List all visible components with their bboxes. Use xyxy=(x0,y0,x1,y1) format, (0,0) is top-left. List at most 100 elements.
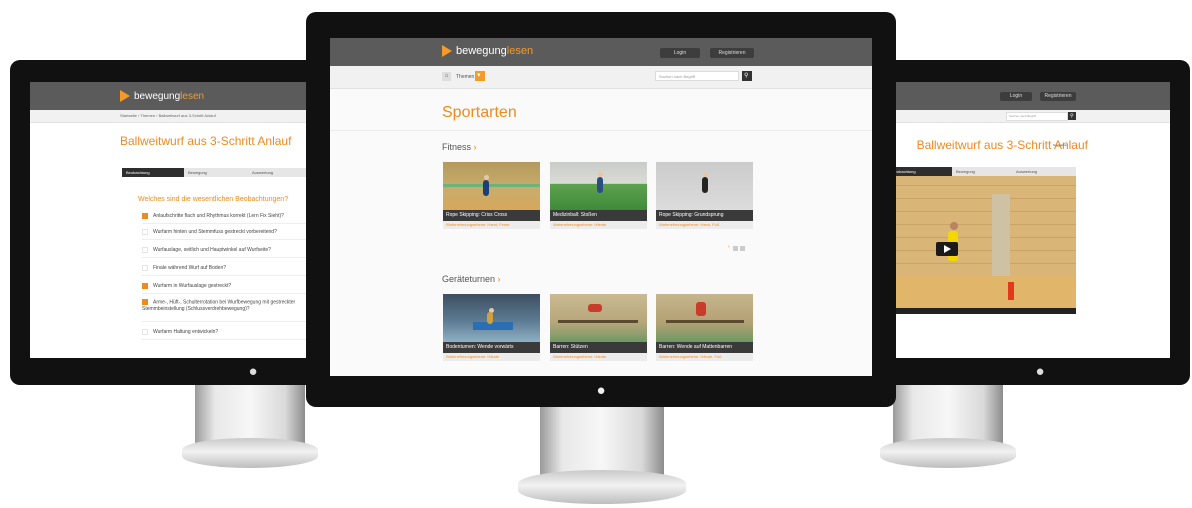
athlete-image xyxy=(487,312,493,324)
video-caption: Barren: Wende auf Mattenbarren xyxy=(656,342,753,353)
section-title-geraeteturnen[interactable]: Geräteturnen › xyxy=(442,274,501,284)
bar-image xyxy=(558,320,638,323)
checkbox-checked[interactable] xyxy=(142,212,148,219)
mat-image xyxy=(473,322,513,330)
search-input[interactable]: Suchen nach Begriff xyxy=(655,71,739,81)
right-header: Login Registrieren xyxy=(888,82,1170,110)
chevron-down-icon: ▾ xyxy=(477,72,481,79)
right-stand-neck xyxy=(893,385,1003,445)
video-caption: Rope Skipping: Criss Cross xyxy=(443,210,540,221)
left-stand-neck xyxy=(195,385,305,445)
video-meta: Wahrnehmungsebene: Hände xyxy=(550,221,647,229)
video-meta: Wahrnehmungsebene: Hände, Fuß xyxy=(656,353,753,361)
video-tile[interactable]: Rope Skipping: Criss Cross Wahrnehmungse… xyxy=(443,162,540,229)
breadcrumb[interactable]: Startseite › Themen › Ballweitwurf aus 3… xyxy=(120,113,216,118)
register-button[interactable]: Registrieren xyxy=(1040,92,1076,101)
checkbox-unchecked[interactable] xyxy=(142,328,148,335)
apple-logo-icon: ● xyxy=(1035,363,1045,380)
video-tile[interactable]: Barren: Stützen Wahrnehmungsebene: Hände xyxy=(550,294,647,361)
search-icon: ⚲ xyxy=(744,73,749,79)
tab-bewegung[interactable]: Bewegung xyxy=(184,168,248,177)
center-stand-base xyxy=(518,470,686,504)
right-tabs: Beobachtung Bewegung Auswertung xyxy=(888,167,1076,176)
play-button[interactable] xyxy=(936,242,958,256)
tab-bewegung[interactable]: Bewegung xyxy=(952,167,1012,176)
home-icon[interactable]: ⌂ xyxy=(442,72,451,81)
register-button[interactable]: Registrieren xyxy=(710,48,754,58)
door-image xyxy=(992,194,1010,276)
athlete-head-image xyxy=(950,222,958,230)
video-tile[interactable]: Rope Skipping: Grundsprung Wahrnehmungse… xyxy=(656,162,753,229)
athlete-image xyxy=(696,302,706,316)
page-dot[interactable] xyxy=(739,246,745,251)
list-item[interactable]: Wurfarm hinten und Stemmfuss gestreckt v… xyxy=(142,225,312,240)
athlete-image xyxy=(588,304,602,312)
right-breadcrumb-bar: Suchen nach Begriff ⚲ xyxy=(888,110,1170,123)
breadcrumb-themen[interactable]: Themen xyxy=(456,74,474,80)
list-item[interactable]: Wurfauslage, seitlich und Hauptwinkel au… xyxy=(142,243,312,258)
page-title: Ballweitwurf aus 3-Schritt Anlauf xyxy=(120,134,292,148)
page-dot[interactable] xyxy=(732,246,738,251)
checkbox-checked[interactable] xyxy=(142,282,148,289)
site-logo[interactable]: bewegung lesen xyxy=(442,45,533,57)
video-thumbnail[interactable] xyxy=(550,294,647,342)
play-logo-icon xyxy=(442,45,452,57)
list-item[interactable]: Anlaufschritte flach und Rhythmus korrek… xyxy=(142,209,312,224)
video-caption: Barren: Stützen xyxy=(550,342,647,353)
right-stand-base xyxy=(880,438,1016,468)
video-tile[interactable]: Bodenturnen: Wende vorwärts Wahrnehmungs… xyxy=(443,294,540,361)
section-title-fitness[interactable]: Fitness › xyxy=(442,142,477,152)
divider xyxy=(330,130,872,131)
center-breadcrumb-bar: ⌂ Themen ▾ Suchen nach Begriff ⚲ xyxy=(330,66,872,89)
left-tabs: Beobachtung Bewegung Auswertung xyxy=(122,168,312,177)
login-button[interactable]: Login xyxy=(1000,92,1032,101)
dropdown-toggle[interactable]: ▾ xyxy=(475,71,485,81)
list-item[interactable]: Arme-, Hüft-, Schulterrotation bei Wurfb… xyxy=(142,297,312,322)
video-controls[interactable] xyxy=(888,308,1076,314)
chevron-left-icon[interactable]: ‹ xyxy=(728,244,730,251)
checkbox-checked[interactable] xyxy=(142,299,148,305)
video-thumbnail[interactable] xyxy=(656,162,753,210)
wall-stripe-image xyxy=(443,184,540,187)
left-stand-base xyxy=(182,438,318,468)
search-input[interactable]: Suchen nach Begriff xyxy=(1006,112,1068,121)
left-screen: bewegung lesen Startseite › Themen › Ball… xyxy=(30,82,312,358)
video-thumbnail[interactable] xyxy=(443,294,540,342)
video-thumbnail[interactable] xyxy=(443,162,540,210)
right-screen: Login Registrieren Suchen nach Begriff ⚲… xyxy=(888,82,1170,358)
video-caption: Bodenturnen: Wende vorwärts xyxy=(443,342,540,353)
tab-beobachtung[interactable]: Beobachtung xyxy=(888,167,952,176)
video-player[interactable] xyxy=(888,176,1076,314)
aside-link[interactable]: Navigation xyxy=(1053,143,1067,147)
tab-beobachtung[interactable]: Beobachtung xyxy=(122,168,184,177)
question-heading: Welches sind die wesentlichen Beobachtun… xyxy=(138,196,289,203)
list-item[interactable]: Wurfarm Haltung entwickeln? xyxy=(142,325,312,340)
wall-image xyxy=(888,176,1076,276)
checkbox-unchecked[interactable] xyxy=(142,246,148,253)
search-button[interactable]: ⚲ xyxy=(1068,112,1076,120)
checkbox-unchecked[interactable] xyxy=(142,264,148,271)
login-button[interactable]: Login xyxy=(660,48,700,58)
search-icon: ⚲ xyxy=(1070,113,1074,119)
list-item[interactable]: Wurfarm in Wurfauslage gestreckt? xyxy=(142,279,312,294)
center-header: bewegung lesen Login Registrieren xyxy=(330,38,872,66)
video-thumbnail[interactable] xyxy=(550,162,647,210)
observation-list: Anlaufschritte flach und Rhythmus korrek… xyxy=(134,209,312,358)
cone-image xyxy=(1008,282,1014,300)
video-meta: Wahrnehmungsebene: Hände xyxy=(443,353,540,361)
chevron-right-icon: › xyxy=(495,274,501,284)
left-logo[interactable]: bewegung lesen xyxy=(120,90,204,102)
center-screen: bewegung lesen Login Registrieren ⌂ Theme… xyxy=(330,38,872,376)
video-caption: Rope Skipping: Grundsprung xyxy=(656,210,753,221)
video-tile[interactable]: Barren: Wende auf Mattenbarren Wahrnehmu… xyxy=(656,294,753,361)
left-breadcrumb-bar: Startseite › Themen › Ballweitwurf aus 3… xyxy=(30,110,312,123)
checkbox-unchecked[interactable] xyxy=(142,228,148,235)
apple-logo-icon: ● xyxy=(248,363,258,380)
video-tile[interactable]: Medizinball: Stoßen Wahrnehmungsebene: H… xyxy=(550,162,647,229)
video-thumbnail[interactable] xyxy=(656,294,753,342)
video-meta: Wahrnehmungsebene: Hand, Ferse xyxy=(443,221,540,229)
tab-auswertung[interactable]: Auswertung xyxy=(1012,167,1076,176)
list-item[interactable]: Finale während Wurf auf Boden? xyxy=(142,261,312,276)
search-button[interactable]: ⚲ xyxy=(742,71,752,81)
tab-auswertung[interactable]: Auswertung xyxy=(248,168,312,177)
